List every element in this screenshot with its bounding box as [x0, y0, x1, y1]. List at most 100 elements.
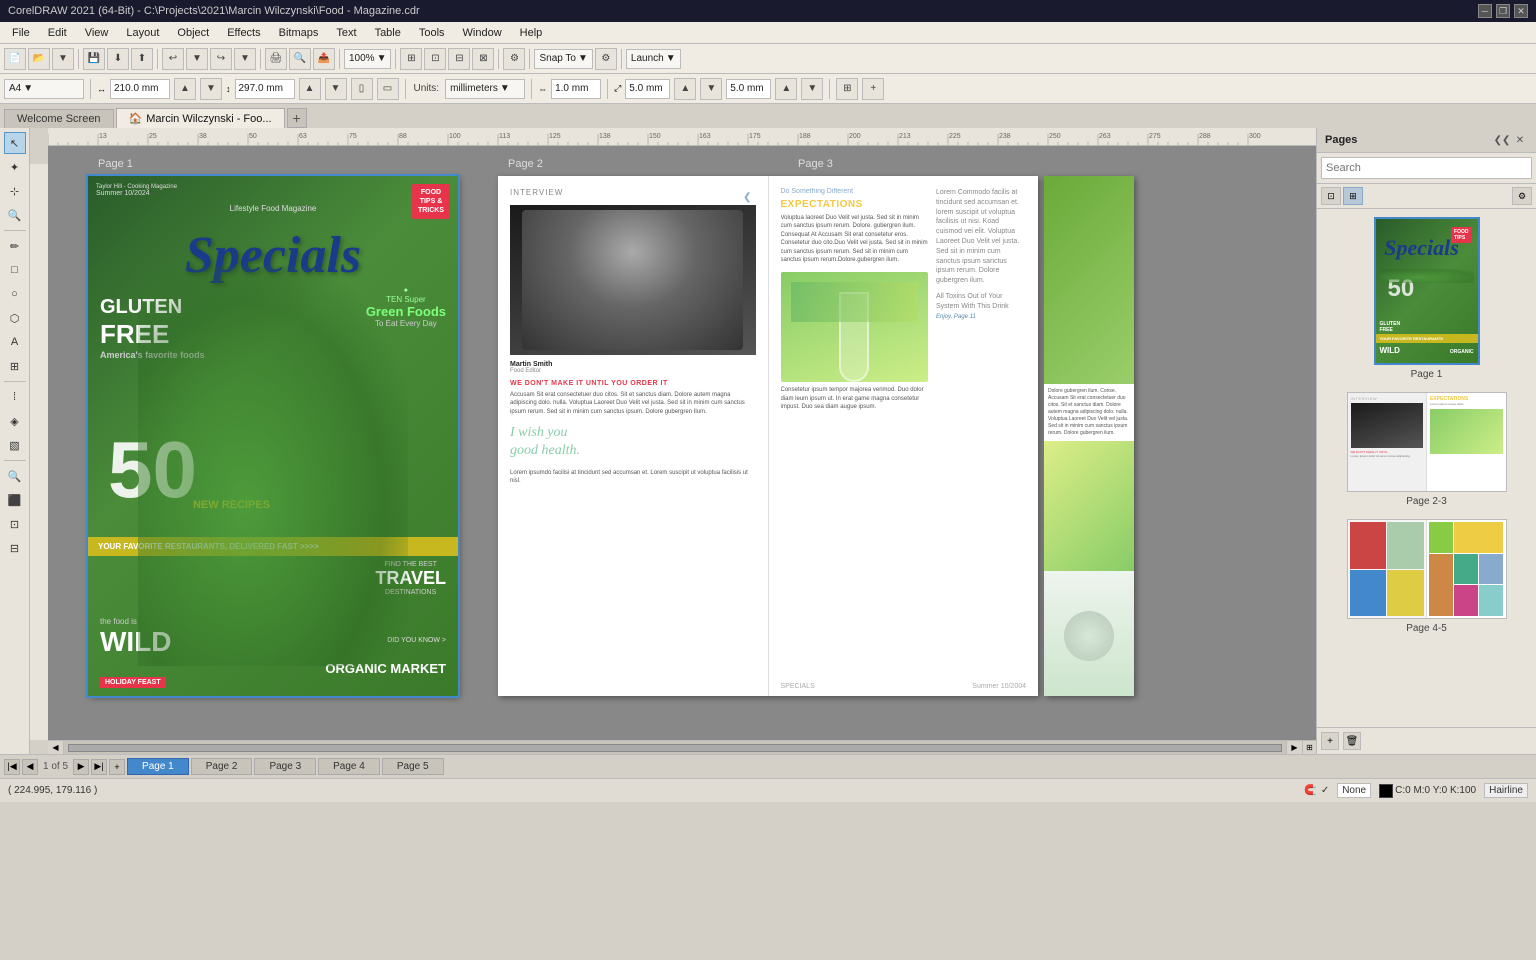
super-nudge-x-up[interactable]: ▲ — [674, 78, 696, 100]
menu-layout[interactable]: Layout — [118, 25, 167, 41]
save-btn[interactable]: 💾 — [83, 48, 105, 70]
open-dropdown[interactable]: ▼ — [52, 48, 74, 70]
snap-options-btn[interactable]: ⚙ — [595, 48, 617, 70]
text-tool[interactable]: A — [4, 331, 26, 353]
pages-search-input[interactable] — [1321, 157, 1532, 179]
width-input[interactable] — [110, 79, 170, 99]
interactive-fill-tool[interactable]: ▧ — [4, 434, 26, 456]
tab-add-btn[interactable]: + — [287, 108, 307, 128]
rect-tool[interactable]: □ — [4, 259, 26, 281]
page-last-btn[interactable]: ▶| — [91, 759, 107, 775]
launch-dropdown[interactable]: Launch ▼ — [626, 49, 681, 69]
snap-to-dropdown[interactable]: Snap To ▼ — [534, 49, 592, 69]
menu-edit[interactable]: Edit — [40, 25, 75, 41]
menu-bitmaps[interactable]: Bitmaps — [271, 25, 327, 41]
tab-file[interactable]: 🏠 Marcin Wilczynski - Foo... — [116, 108, 285, 128]
zoom-tool[interactable]: 🔍 — [4, 204, 26, 226]
canvas-area[interactable]: Page 1 Taylor Hill - Cooking Magazine Su… — [48, 146, 1316, 740]
menu-effects[interactable]: Effects — [219, 25, 268, 41]
color-tool[interactable]: ⬛ — [4, 489, 26, 511]
restore-btn[interactable]: ❐ — [1496, 4, 1510, 18]
pages-settings-btn[interactable]: ⚙ — [1512, 187, 1532, 205]
select-tool[interactable]: ↖ — [4, 132, 26, 154]
zoom-dropdown[interactable]: 100% ▼ — [344, 49, 391, 69]
pages-view-single[interactable]: ⊡ — [1321, 187, 1341, 205]
page23-thumb[interactable]: INTERVIEW WE DON'T MAKE IT UNTIL Lorem i… — [1347, 392, 1507, 492]
page45-thumb[interactable] — [1347, 519, 1507, 619]
scroll-left-btn[interactable]: ◀ — [48, 741, 64, 755]
page-next-btn[interactable]: ▶ — [73, 759, 89, 775]
width-up[interactable]: ▲ — [174, 78, 196, 100]
print-preview-btn[interactable]: 🔍 — [289, 48, 311, 70]
page-tab-1[interactable]: Page 1 — [127, 758, 189, 775]
page3-stub-frame[interactable]: Dolore gubergren ilum. Conse. Accusam Si… — [1044, 176, 1134, 696]
menu-file[interactable]: File — [4, 25, 38, 41]
page-first-btn[interactable]: |◀ — [4, 759, 20, 775]
publish-btn[interactable]: 📤 — [313, 48, 335, 70]
redo-dropdown[interactable]: ▼ — [234, 48, 256, 70]
ellipse-tool[interactable]: ○ — [4, 283, 26, 305]
add-page-btn[interactable]: + — [862, 78, 884, 100]
close-btn[interactable]: ✕ — [1514, 4, 1528, 18]
view-mode2-btn[interactable]: ⊡ — [424, 48, 446, 70]
options-btn[interactable]: ⚙ — [503, 48, 525, 70]
grid-btn[interactable]: ⊞ — [836, 78, 858, 100]
page1-thumb[interactable]: FOODTIPS Specials GLUTENFREE 50 YOUR FAV… — [1374, 217, 1480, 365]
nudge-input[interactable] — [551, 79, 601, 99]
horizontal-scrollbar[interactable]: ◀ ▶ ⊞ — [48, 740, 1316, 754]
freehand-tool[interactable]: ✏ — [4, 235, 26, 257]
view-mode-btn[interactable]: ⊞ — [400, 48, 422, 70]
height-down[interactable]: ▼ — [325, 78, 347, 100]
redo-btn[interactable]: ↪ — [210, 48, 232, 70]
parallel-tool[interactable]: ⁞ — [4, 386, 26, 408]
menu-object[interactable]: Object — [169, 25, 217, 41]
page-size-dropdown[interactable]: A4 ▼ — [4, 79, 84, 99]
page-prev-btn[interactable]: ◀ — [22, 759, 38, 775]
super-nudge-x-input[interactable] — [625, 79, 670, 99]
super-nudge-y-input[interactable] — [726, 79, 771, 99]
fill-tool[interactable]: ◈ — [4, 410, 26, 432]
pages-add-btn[interactable]: + — [1321, 732, 1339, 750]
page-tab-2[interactable]: Page 2 — [191, 758, 253, 775]
open-btn[interactable]: 📂 — [28, 48, 50, 70]
pattern-tool[interactable]: ⊟ — [4, 537, 26, 559]
panel-expand-btn[interactable]: ❮❮ — [1494, 132, 1510, 148]
menu-view[interactable]: View — [77, 25, 117, 41]
tab-welcome[interactable]: Welcome Screen — [4, 109, 114, 128]
panel-close-btn[interactable]: ✕ — [1512, 132, 1528, 148]
pages-delete-btn[interactable]: 🗑 — [1343, 732, 1361, 750]
page23-frame[interactable]: INTERVIEW ❮ Martin Smith Food Editor WE … — [498, 176, 1038, 696]
menu-help[interactable]: Help — [512, 25, 551, 41]
menu-table[interactable]: Table — [367, 25, 409, 41]
height-up[interactable]: ▲ — [299, 78, 321, 100]
smart-fill-tool[interactable]: ⊡ — [4, 513, 26, 535]
menu-window[interactable]: Window — [455, 25, 510, 41]
new-btn[interactable]: 📄 — [4, 48, 26, 70]
view-mode3-btn[interactable]: ⊟ — [448, 48, 470, 70]
scroll-right-btn[interactable]: ▶ — [1286, 741, 1302, 755]
super-nudge-y-up[interactable]: ▲ — [775, 78, 797, 100]
print-btn[interactable]: 🖨 — [265, 48, 287, 70]
scroll-thumb[interactable] — [68, 744, 1282, 752]
page-add-btn[interactable]: + — [109, 759, 125, 775]
width-down[interactable]: ▼ — [200, 78, 222, 100]
super-nudge-y-down[interactable]: ▼ — [801, 78, 823, 100]
shape-tool[interactable]: ✦ — [4, 156, 26, 178]
view-mode4-btn[interactable]: ⊠ — [472, 48, 494, 70]
minimize-btn[interactable]: ─ — [1478, 4, 1492, 18]
undo-btn[interactable]: ↩ — [162, 48, 184, 70]
menu-text[interactable]: Text — [328, 25, 364, 41]
undo-dropdown[interactable]: ▼ — [186, 48, 208, 70]
export-btn[interactable]: ⬆ — [131, 48, 153, 70]
crop-tool[interactable]: ⊹ — [4, 180, 26, 202]
polygon-tool[interactable]: ⬡ — [4, 307, 26, 329]
page-tab-3[interactable]: Page 3 — [254, 758, 316, 775]
page-tab-5[interactable]: Page 5 — [382, 758, 444, 775]
eyedropper-tool[interactable]: 🔍 — [4, 465, 26, 487]
pages-view-grid[interactable]: ⊞ — [1343, 187, 1363, 205]
import-btn[interactable]: ⬇ — [107, 48, 129, 70]
menu-tools[interactable]: Tools — [411, 25, 453, 41]
super-nudge-x-down[interactable]: ▼ — [700, 78, 722, 100]
portrait-btn[interactable]: ▯ — [351, 78, 373, 100]
landscape-btn[interactable]: ▭ — [377, 78, 399, 100]
